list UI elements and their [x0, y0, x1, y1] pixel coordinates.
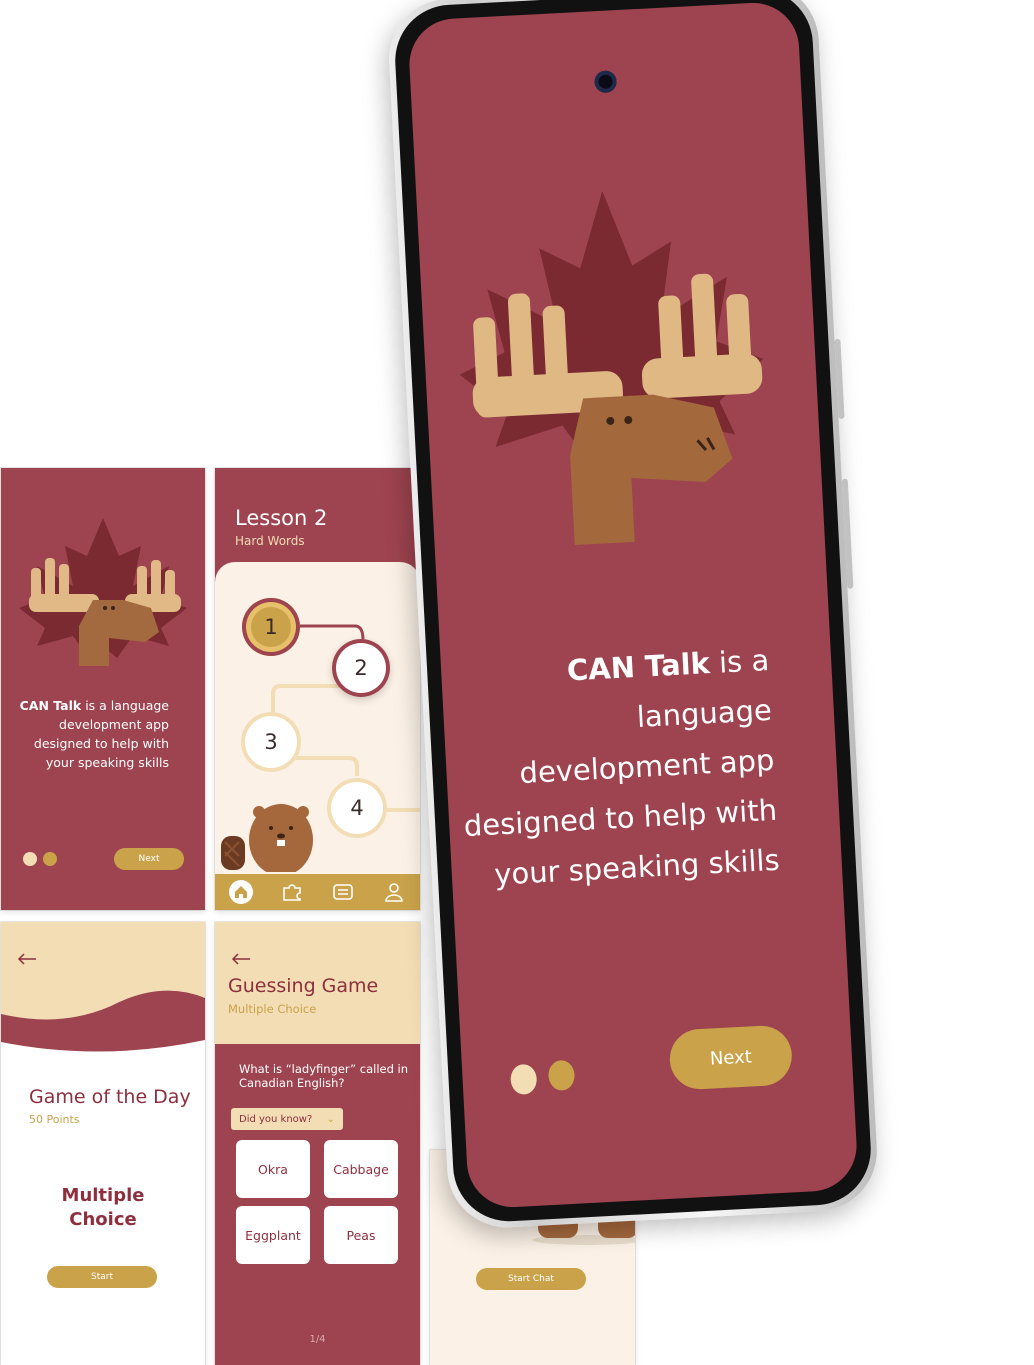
phone-intro-brand: CAN Talk: [566, 646, 711, 688]
home-icon[interactable]: [228, 880, 253, 904]
back-arrow-icon[interactable]: [17, 952, 37, 966]
did-you-know-dropdown[interactable]: Did you know? ⌄: [231, 1108, 343, 1130]
phone-side-button-1: [834, 338, 845, 419]
lesson-node-2[interactable]: 2: [332, 639, 390, 697]
phone-side-button-2: [841, 478, 854, 589]
guessing-game-screen: Guessing Game Multiple Choice What is “l…: [215, 922, 420, 1365]
beaver-illustration: [221, 804, 313, 872]
bottom-tab-bar: [215, 874, 420, 910]
game-title: Game of the Day: [29, 1086, 191, 1108]
page-indicator-dot-2: [43, 852, 57, 866]
choice-cabbage[interactable]: Cabbage: [324, 1140, 398, 1198]
game-type-line-1: Multiple: [61, 1185, 145, 1206]
intro-description: CAN Talk is a language development app d…: [20, 696, 169, 772]
intro-brand: CAN Talk: [19, 698, 82, 713]
lesson-title: Lesson 2: [235, 506, 328, 530]
profile-icon[interactable]: [382, 880, 406, 904]
guessing-subtitle: Multiple Choice: [228, 1002, 317, 1016]
moose-maple-illustration: [19, 518, 187, 666]
lesson-map-panel: 1 2 3 4: [215, 562, 420, 910]
phone-screen: CAN Talk is a language development app d…: [407, 0, 859, 1210]
page-counter: 1/4: [309, 1334, 326, 1345]
question-text: What is “ladyfinger” called in Canadian …: [239, 1062, 409, 1090]
game-type: Multiple Choice: [1, 1184, 205, 1232]
phone-next-button[interactable]: Next: [668, 1024, 794, 1091]
phone-intro-line-4: your speaking skills: [493, 842, 781, 892]
start-button[interactable]: Start: [47, 1266, 157, 1288]
puzzle-icon[interactable]: [280, 880, 304, 904]
page-indicator-dot-1: [23, 852, 37, 866]
phone-intro-line-3: designed to help with: [463, 792, 778, 844]
intro-line-4: your speaking skills: [45, 755, 169, 770]
intro-line-1: is a language: [85, 698, 169, 713]
front-camera: [594, 70, 618, 94]
choice-eggplant[interactable]: Eggplant: [236, 1206, 310, 1264]
phone-page-indicator-dot-1: [509, 1063, 538, 1096]
phone-intro-description: CAN Talk is a language development app d…: [440, 635, 781, 902]
guessing-title: Guessing Game: [228, 975, 379, 997]
choice-okra[interactable]: Okra: [236, 1140, 310, 1198]
game-of-the-day-screen: Game of the Day 50 Points Multiple Choic…: [1, 922, 205, 1365]
phone-page-indicator-dot-2: [547, 1059, 576, 1092]
next-button-small[interactable]: Next: [114, 848, 184, 870]
onboarding-screen-small: CAN Talk is a language development app d…: [1, 468, 205, 910]
phone-intro-line-2: development app: [518, 742, 776, 791]
list-icon[interactable]: [331, 880, 355, 904]
phone-bezel: CAN Talk is a language development app d…: [392, 0, 874, 1225]
lesson-node-4[interactable]: 4: [327, 778, 387, 838]
back-arrow-icon[interactable]: [231, 952, 251, 966]
moose-maple-illustration-large: [459, 191, 764, 545]
start-chat-button[interactable]: Start Chat: [476, 1268, 586, 1290]
lesson-node-1[interactable]: 1: [242, 598, 300, 656]
phone-device: CAN Talk is a language development app d…: [386, 0, 880, 1231]
did-you-know-label: Did you know?: [239, 1113, 313, 1125]
header-wave: [1, 922, 205, 1062]
choice-peas[interactable]: Peas: [324, 1206, 398, 1264]
intro-line-2: development app: [59, 717, 169, 732]
lesson-node-3[interactable]: 3: [241, 712, 301, 772]
lesson-subtitle: Hard Words: [235, 534, 305, 548]
intro-line-3: designed to help with: [33, 736, 169, 751]
lesson-screen: Lesson 2 Hard Words 1 2 3 4: [215, 468, 420, 910]
game-points: 50 Points: [29, 1113, 80, 1126]
chevron-down-icon: ⌄: [326, 1113, 335, 1125]
game-type-line-2: Choice: [69, 1209, 137, 1230]
